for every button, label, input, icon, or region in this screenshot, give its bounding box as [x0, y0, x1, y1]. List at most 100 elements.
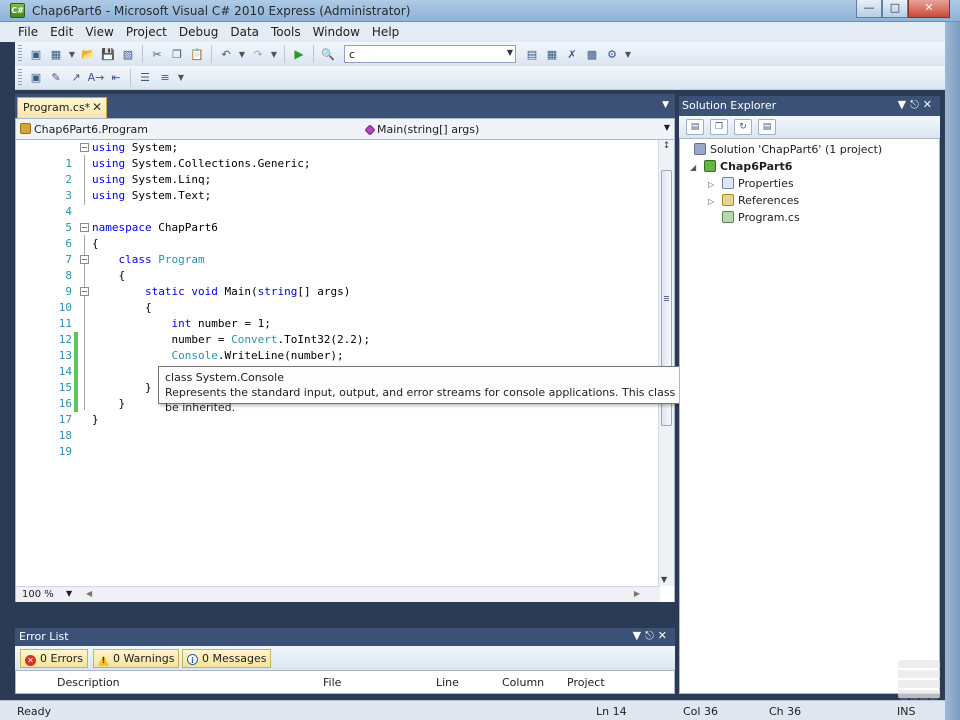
- open-file-icon[interactable]: 📂: [79, 45, 97, 63]
- tree-item-project[interactable]: ◢ Chap6Part6: [690, 158, 792, 175]
- uncomment-lines-icon[interactable]: ≡: [156, 69, 174, 87]
- comment-lines-icon[interactable]: ☰: [136, 69, 154, 87]
- chevron-down-icon[interactable]: ▼: [507, 48, 513, 57]
- code-token: number = 1;: [191, 317, 271, 330]
- close-icon[interactable]: ✕: [658, 629, 671, 642]
- solution-explorer-icon[interactable]: ▤: [523, 45, 541, 63]
- menu-data[interactable]: Data: [224, 22, 265, 42]
- code-token: using: [92, 173, 126, 186]
- close-icon[interactable]: ✕: [92, 100, 102, 114]
- menu-view[interactable]: View: [79, 22, 119, 42]
- toolbox-icon[interactable]: ✗: [563, 45, 581, 63]
- column-header-column[interactable]: Column: [502, 676, 544, 689]
- scroll-right-icon[interactable]: ▶: [634, 589, 640, 598]
- redo-icon[interactable]: ↷: [249, 45, 267, 63]
- menu-debug[interactable]: Debug: [173, 22, 224, 42]
- parameter-info-icon[interactable]: ↗: [67, 69, 85, 87]
- tree-item-program-cs[interactable]: Program.cs: [722, 209, 800, 226]
- cut-icon[interactable]: ✂: [148, 45, 166, 63]
- scroll-left-icon[interactable]: ◀: [86, 589, 92, 598]
- find-in-files-icon[interactable]: 🔍: [319, 45, 337, 63]
- chevron-down-icon[interactable]: ▼: [898, 98, 910, 111]
- column-header-description[interactable]: Description: [57, 676, 120, 689]
- tree-item-properties[interactable]: ▷ Properties: [708, 175, 794, 192]
- window-frame: [945, 22, 960, 720]
- code-token: void: [191, 285, 218, 298]
- new-project-icon[interactable]: ▣: [27, 45, 45, 63]
- split-handle-icon[interactable]: ↕: [661, 141, 672, 156]
- chevron-down-icon[interactable]: ▼: [176, 69, 186, 87]
- messages-filter-button[interactable]: i 0 Messages: [182, 649, 272, 668]
- code-token: System.Text;: [125, 189, 212, 202]
- close-icon[interactable]: ✕: [923, 98, 936, 111]
- show-all-files-icon[interactable]: ❐: [710, 119, 728, 135]
- quick-info-icon[interactable]: ✎: [47, 69, 65, 87]
- refresh-icon[interactable]: ↻: [734, 119, 752, 135]
- tree-item-label: Chap6Part6: [720, 160, 793, 173]
- paste-icon[interactable]: 📋: [188, 45, 206, 63]
- chevron-down-icon[interactable]: ▼: [66, 589, 72, 598]
- toolbar-grip[interactable]: [18, 68, 22, 87]
- code-line: 2 using System.Collections.Generic;: [16, 156, 656, 186]
- code-token: {: [92, 237, 99, 250]
- menu-file[interactable]: File: [12, 22, 44, 42]
- status-bar: Ready Ln 14 Col 36 Ch 36 INS: [0, 700, 945, 720]
- collapse-icon[interactable]: −: [80, 287, 89, 296]
- collapse-icon[interactable]: −: [80, 255, 89, 264]
- chevron-down-icon[interactable]: ▼: [269, 45, 279, 63]
- menu-tools[interactable]: Tools: [265, 22, 307, 42]
- minimize-button[interactable]: —: [856, 0, 882, 18]
- maximize-button[interactable]: □: [882, 0, 908, 18]
- undo-icon[interactable]: ↶: [217, 45, 235, 63]
- pin-icon[interactable]: ⎋: [645, 629, 658, 642]
- errors-filter-button[interactable]: ✕ 0 Errors: [20, 649, 89, 668]
- object-browser-icon[interactable]: ▣: [27, 69, 45, 87]
- type-dropdown[interactable]: Chap6Part6.Program: [20, 123, 148, 136]
- menu-edit[interactable]: Edit: [44, 22, 79, 42]
- copy-icon[interactable]: ❐: [168, 45, 186, 63]
- decrease-indent-icon[interactable]: ⇤: [107, 69, 125, 87]
- properties-icon[interactable]: ▤: [686, 119, 704, 135]
- save-all-icon[interactable]: ▧: [119, 45, 137, 63]
- scroll-down-icon[interactable]: ▼: [661, 575, 667, 584]
- chevron-down-icon[interactable]: ▼: [664, 123, 670, 132]
- chevron-down-icon[interactable]: ▼: [633, 629, 645, 642]
- column-header-project[interactable]: Project: [567, 676, 605, 689]
- chevron-down-icon[interactable]: ▼: [67, 45, 77, 63]
- zoom-level[interactable]: 100 %: [22, 589, 54, 600]
- chevron-down-icon[interactable]: ▼: [237, 45, 247, 63]
- collapse-icon[interactable]: −: [80, 143, 89, 152]
- code-token: System;: [125, 141, 179, 154]
- warnings-filter-button[interactable]: ! 0 Warnings: [93, 649, 180, 668]
- add-item-icon[interactable]: ▦: [47, 45, 65, 63]
- close-button[interactable]: ✕: [908, 0, 950, 18]
- properties-window-icon[interactable]: ▦: [543, 45, 561, 63]
- collapse-arrow-icon[interactable]: ◢: [690, 159, 700, 176]
- complete-word-icon[interactable]: A→: [87, 69, 105, 87]
- menu-window[interactable]: Window: [307, 22, 366, 42]
- menu-help[interactable]: Help: [366, 22, 405, 42]
- view-code-icon[interactable]: ▤: [758, 119, 776, 135]
- member-dropdown[interactable]: Main(string[] args): [364, 123, 479, 136]
- toolbar-grip[interactable]: [18, 45, 22, 63]
- panel-title: Error List: [19, 630, 69, 643]
- start-debugging-icon[interactable]: ▶: [290, 45, 308, 63]
- tree-item-solution[interactable]: Solution 'ChapPart6' (1 project): [694, 141, 882, 158]
- save-icon[interactable]: 💾: [99, 45, 117, 63]
- tree-item-references[interactable]: ▷ References: [708, 192, 799, 209]
- start-page-icon[interactable]: ▩: [583, 45, 601, 63]
- extension-manager-icon[interactable]: ⚙: [603, 45, 621, 63]
- chevron-down-icon[interactable]: ▼: [662, 100, 669, 110]
- vertical-scrollbar[interactable]: ↕ ▼: [658, 140, 674, 586]
- column-header-file[interactable]: File: [323, 676, 341, 689]
- column-header-line[interactable]: Line: [436, 676, 459, 689]
- solution-explorer-header: Solution Explorer ▼⎋✕: [679, 96, 940, 116]
- menu-project[interactable]: Project: [120, 22, 173, 42]
- tab-program-cs[interactable]: Program.cs* ✕: [17, 97, 107, 118]
- chevron-down-icon[interactable]: ▼: [623, 45, 633, 63]
- collapse-icon[interactable]: −: [80, 223, 89, 232]
- expand-arrow-icon[interactable]: ▷: [708, 176, 718, 193]
- expand-arrow-icon[interactable]: ▷: [708, 193, 718, 210]
- find-combo[interactable]: c ▼: [344, 45, 516, 63]
- pin-icon[interactable]: ⎋: [910, 98, 923, 111]
